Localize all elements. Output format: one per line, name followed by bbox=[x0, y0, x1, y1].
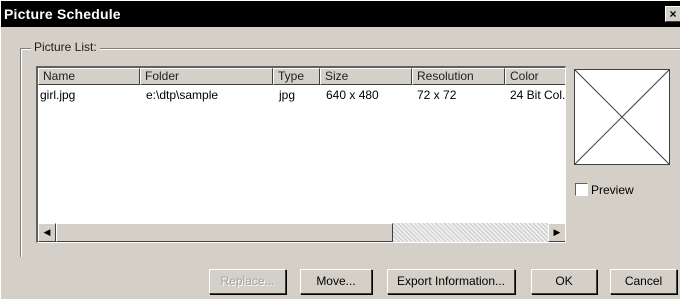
column-header-resolution[interactable]: Resolution bbox=[412, 68, 505, 85]
picture-schedule-dialog: Picture Schedule × Picture List: Name Fo… bbox=[0, 0, 680, 299]
preview-checkbox-label[interactable]: Preview bbox=[591, 183, 634, 197]
window-title: Picture Schedule bbox=[4, 6, 121, 22]
horizontal-scrollbar[interactable]: ◀ ▶ bbox=[38, 223, 565, 242]
cancel-button[interactable]: Cancel bbox=[610, 269, 677, 294]
column-header-color[interactable]: Color bbox=[505, 68, 565, 85]
column-header-type[interactable]: Type bbox=[273, 68, 320, 85]
cell-name: girl.jpg bbox=[40, 88, 76, 102]
export-information-button[interactable]: Export Information... bbox=[387, 269, 515, 294]
picture-list-label: Picture List: bbox=[31, 40, 100, 54]
scroll-right-icon[interactable]: ▶ bbox=[548, 223, 565, 242]
replace-button[interactable]: Replace... bbox=[209, 269, 286, 294]
cell-size: 640 x 480 bbox=[326, 88, 379, 102]
close-icon[interactable]: × bbox=[665, 6, 680, 22]
cell-color: 24 Bit Col.. bbox=[510, 88, 566, 102]
column-header-size[interactable]: Size bbox=[320, 68, 412, 85]
picture-list-view[interactable]: Name Folder Type Size Resolution Color g… bbox=[36, 66, 566, 243]
preview-image-placeholder bbox=[574, 69, 670, 165]
cell-type: jpg bbox=[279, 88, 296, 102]
cell-folder: e:\dtp\sample bbox=[146, 88, 219, 102]
preview-checkbox[interactable] bbox=[575, 183, 588, 196]
scroll-left-icon[interactable]: ◀ bbox=[38, 223, 56, 242]
list-header: Name Folder Type Size Resolution Color bbox=[38, 68, 565, 85]
no-image-icon bbox=[574, 69, 670, 165]
title-bar[interactable]: Picture Schedule × bbox=[1, 1, 680, 27]
ok-button[interactable]: OK bbox=[531, 269, 597, 294]
move-button[interactable]: Move... bbox=[300, 269, 372, 294]
cell-resolution: 72 x 72 bbox=[417, 88, 457, 102]
scrollbar-thumb[interactable] bbox=[56, 223, 393, 242]
column-header-name[interactable]: Name bbox=[38, 68, 140, 85]
column-header-folder[interactable]: Folder bbox=[140, 68, 273, 85]
